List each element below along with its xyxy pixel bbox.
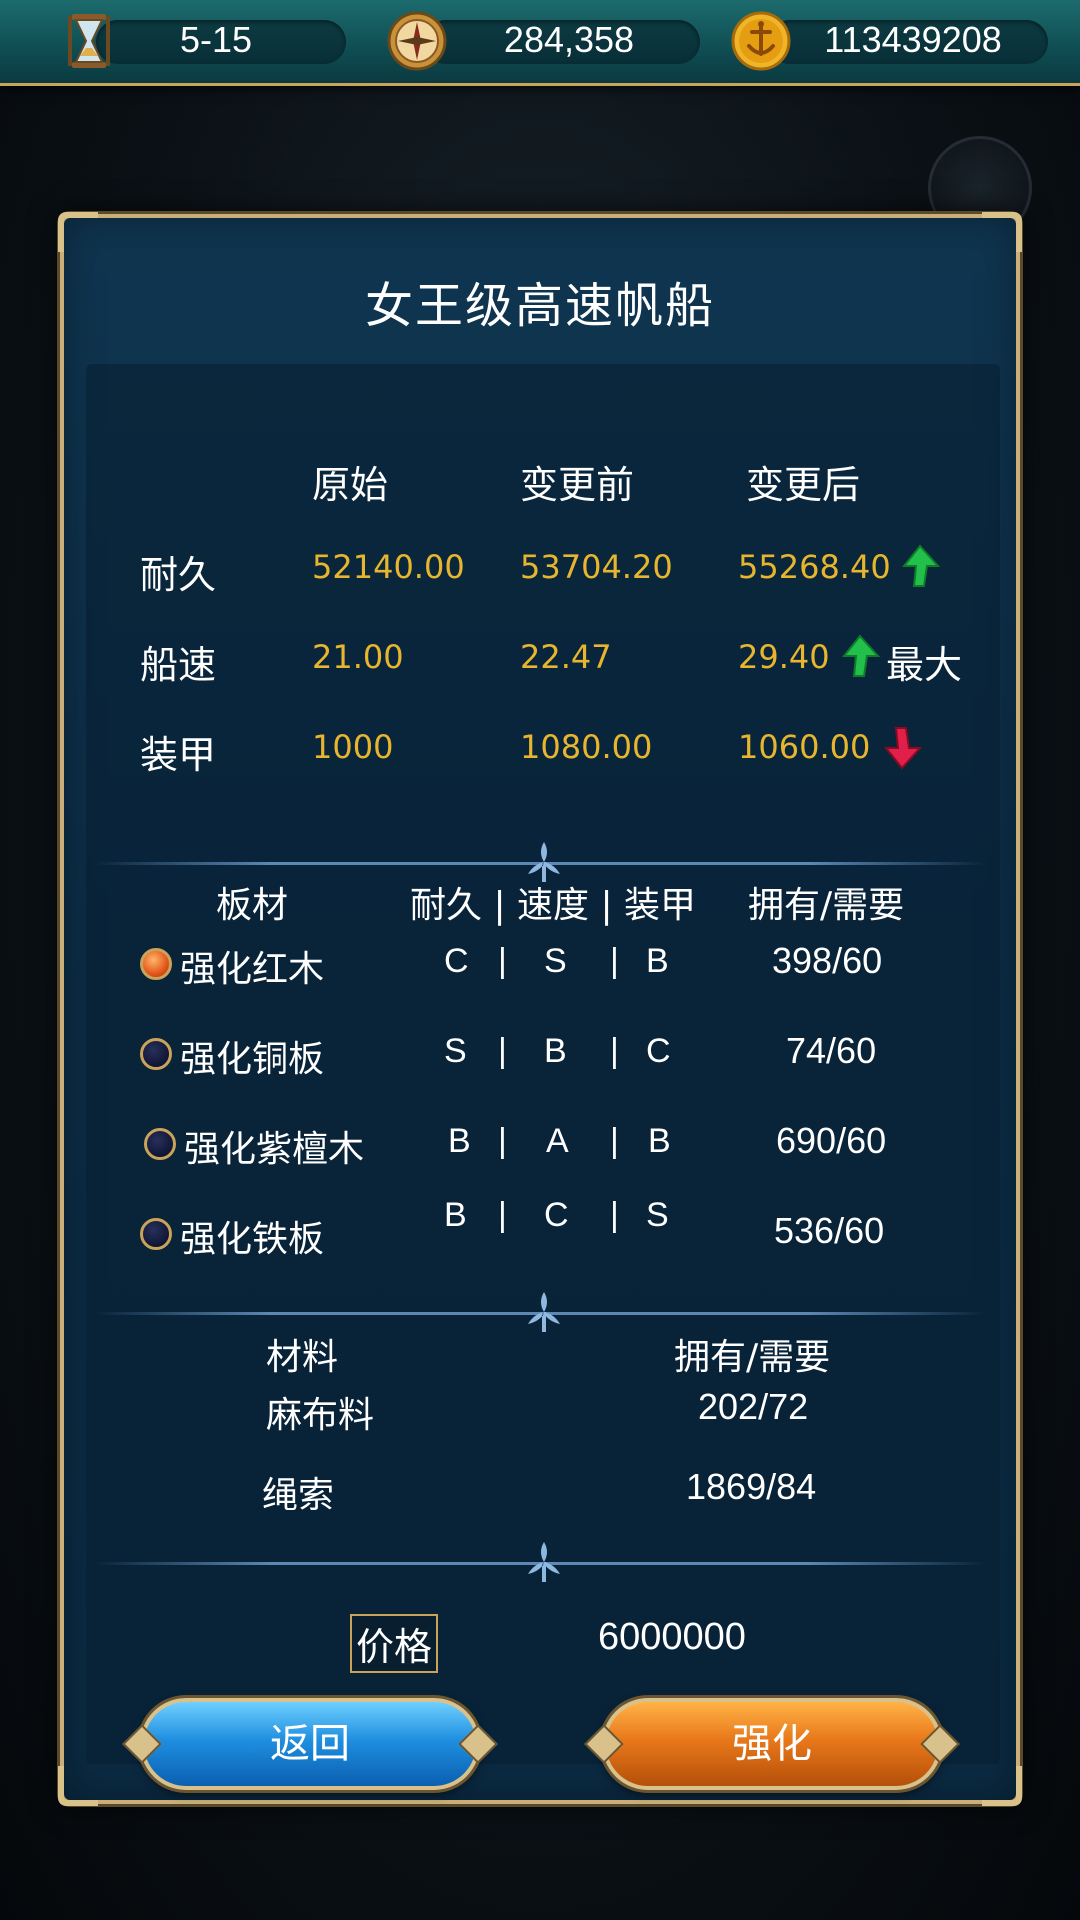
stat-speed-original: 21.00 [312,638,404,676]
hourglass-icon [68,14,110,68]
anchor-coin-icon [731,11,791,71]
board-grade-armor: C [646,1032,671,1070]
board-own-count: 536/60 [774,1210,885,1251]
boards-header-own: 拥有/需要 [748,885,905,926]
price-label: 价格 [350,1614,439,1673]
stat-armor-before: 1080.00 [520,728,653,766]
stat-armor-original: 1000 [312,728,394,766]
gold-resource: 113439208 [728,11,1048,71]
header-original: 原始 [312,463,389,507]
board-grade-speed: A [546,1122,569,1160]
grade-separator: | [498,942,507,980]
board-grade-armor: B [648,1122,671,1160]
board-name[interactable]: 强化铁板 [180,1210,324,1262]
board-grade-durability: C [444,942,469,980]
up-arrow-icon [901,544,940,587]
grade-separator: | [498,1196,507,1234]
board-radio-iron[interactable] [140,1218,172,1250]
material-own-count: 1869/84 [686,1466,817,1507]
compass-resource: 284,358 [384,11,700,71]
back-button-label: 返回 [270,1721,350,1767]
board-own-count: 74/60 [786,1030,877,1071]
grade-separator: | [610,1196,619,1234]
frame-corner [58,212,98,252]
ship-enhance-dialog: 女王级高速帆船 原始 变更前 变更后 耐久 52140.00 53704.20 … [58,212,1022,1806]
board-grade-speed: B [544,1032,567,1070]
fleur-ornament-icon [528,1542,560,1582]
board-own-count: 398/60 [772,940,883,981]
date-display: 5-15 [56,14,346,68]
max-speed-note: 最大 [886,643,963,687]
board-own-count: 690/60 [776,1120,887,1161]
materials-header-name: 材料 [266,1337,339,1378]
stat-speed-after: 29.40 [738,638,830,676]
board-grade-speed: C [544,1196,569,1234]
board-grade-armor: S [646,1196,669,1234]
frame-corner [58,1766,98,1806]
enhance-button-label: 强化 [732,1721,812,1767]
stat-durability-before: 53704.20 [520,548,673,586]
stat-speed-before: 22.47 [520,638,612,676]
board-name[interactable]: 强化紫檀木 [184,1120,364,1172]
board-grade-armor: B [646,942,669,980]
material-name: 绳索 [262,1475,335,1516]
stat-armor-after: 1060.00 [738,728,871,766]
grade-separator: | [610,942,619,980]
board-radio-mahogany[interactable] [140,948,172,980]
board-grade-durability: B [448,1122,471,1160]
back-button[interactable]: 返回 [122,1698,498,1790]
down-arrow-icon [883,727,922,770]
materials-header-own: 拥有/需要 [674,1337,831,1378]
dialog-title: 女王级高速帆船 [364,278,715,334]
frame-corner [982,1766,1022,1806]
grade-separator: | [610,1032,619,1070]
compass-icon [387,11,447,71]
material-own-count: 202/72 [698,1386,809,1427]
stat-label-durability: 耐久 [140,553,217,597]
gold-value: 113439208 [824,19,1002,60]
grade-separator: | [498,1122,507,1160]
fleur-ornament-icon [528,1292,560,1332]
stat-durability-after: 55268.40 [738,548,891,586]
compass-value: 284,358 [503,19,635,60]
date-value: 5-15 [179,19,253,60]
stat-durability-original: 52140.00 [312,548,465,586]
boards-header-name: 板材 [216,885,289,926]
price-value: 6000000 [598,1616,746,1658]
board-grade-durability: B [444,1196,467,1234]
board-grade-speed: S [544,942,567,980]
frame-corner [982,212,1022,252]
stat-label-armor: 装甲 [140,733,217,777]
board-name[interactable]: 强化红木 [180,940,324,992]
boards-header-grades: 耐久 | 速度 | 装甲 [410,885,697,926]
grade-separator: | [498,1032,507,1070]
grade-separator: | [610,1122,619,1160]
board-radio-rosewood[interactable] [144,1128,176,1160]
material-name: 麻布料 [266,1395,375,1436]
stat-label-speed: 船速 [140,643,217,687]
header-before: 变更前 [520,463,635,507]
board-grade-durability: S [444,1032,467,1070]
header-after: 变更后 [746,463,861,507]
resource-bar: 5-15 284,358 113439208 [0,0,1080,86]
up-arrow-icon [841,634,880,677]
enhance-button[interactable]: 强化 [584,1698,960,1790]
board-name[interactable]: 强化铜板 [180,1030,324,1082]
board-radio-copper[interactable] [140,1038,172,1070]
